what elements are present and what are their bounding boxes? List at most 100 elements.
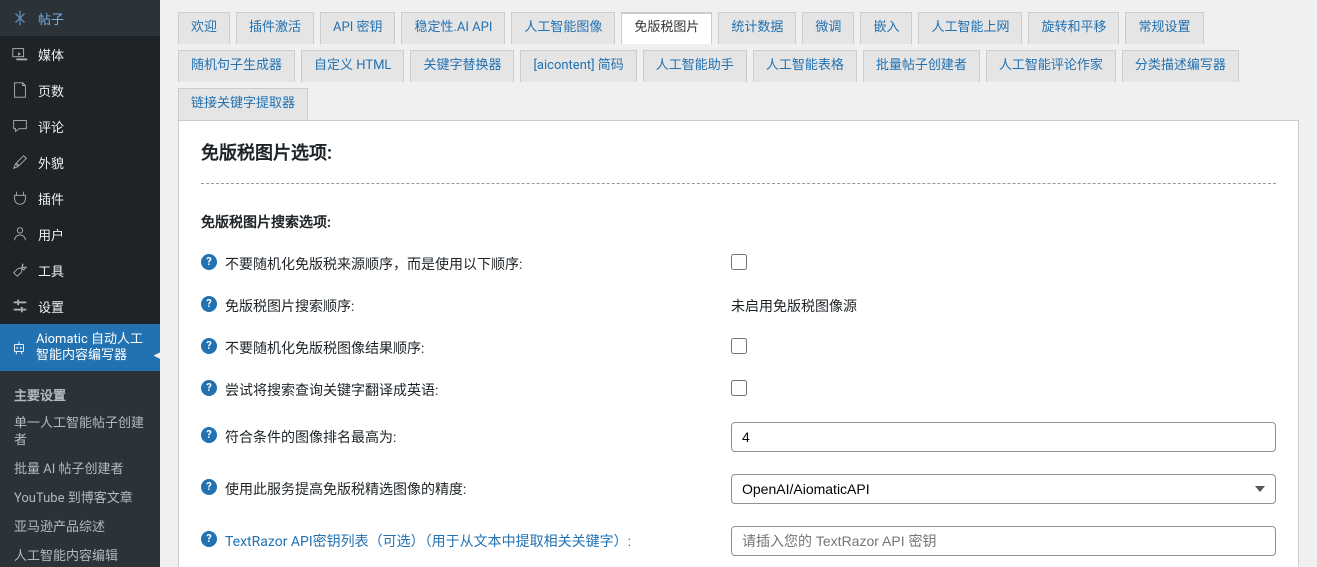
form-label: 免版税图片搜索顺序: — [225, 296, 354, 316]
submenu-heading: 主要设置 — [0, 377, 160, 410]
settings-icon — [10, 296, 30, 316]
form-control-col — [731, 526, 1276, 556]
sidebar-label: 媒体 — [38, 45, 64, 64]
checkbox-input[interactable] — [731, 338, 747, 354]
page-icon — [10, 80, 30, 100]
help-icon[interactable]: ? — [201, 427, 217, 443]
robot-icon — [10, 338, 28, 358]
sidebar-item-settings[interactable]: 设置 — [0, 288, 160, 324]
tool-icon — [10, 260, 30, 280]
sidebar-item-aiomatic[interactable]: Aiomatic 自动人工智能内容编写器 ◂ — [0, 324, 160, 371]
tab-批量帖子创建者[interactable]: 批量帖子创建者 — [863, 50, 980, 82]
help-icon[interactable]: ? — [201, 296, 217, 312]
form-label: 不要随机化免版税图像结果顺序: — [225, 338, 424, 358]
sidebar-label: 评论 — [38, 117, 64, 136]
main-content: 欢迎插件激活API 密钥稳定性.AI API人工智能图像免版税图片统计数据微调嵌… — [160, 0, 1317, 567]
tab-链接关键字提取器[interactable]: 链接关键字提取器 — [178, 88, 308, 120]
form-control-col: OpenAI/AiomaticAPI — [731, 474, 1276, 504]
sidebar-label: 页数 — [38, 81, 64, 100]
form-label-col: ? TextRazor API密钥列表（可选）（用于从文本中提取相关关键字）: — [201, 531, 731, 551]
help-icon[interactable]: ? — [201, 380, 217, 396]
sidebar-item-tools[interactable]: 工具 — [0, 252, 160, 288]
brush-icon — [10, 152, 30, 172]
tab-[aicontent] 简码[interactable]: [aicontent] 简码 — [520, 50, 636, 82]
sidebar-label: 设置 — [38, 297, 64, 316]
form-label-col: ? 不要随机化免版税图像结果顺序: — [201, 338, 731, 358]
form-label-col: ? 不要随机化免版税来源顺序，而是使用以下顺序: — [201, 254, 731, 274]
submenu-item-single-ai-post[interactable]: 单一人工智能帖子创建者 — [0, 410, 160, 456]
tab-稳定性.AI API[interactable]: 稳定性.AI API — [401, 12, 505, 44]
tab-旋转和平移[interactable]: 旋转和平移 — [1028, 12, 1119, 44]
sidebar-submenu: 主要设置 单一人工智能帖子创建者 批量 AI 帖子创建者 YouTube 到博客… — [0, 371, 160, 567]
subsection-title: 免版税图片搜索选项: — [201, 212, 1276, 232]
form-label: 使用此服务提高免版税精选图像的精度: — [225, 479, 466, 499]
sidebar-item-appearance[interactable]: 外貌 — [0, 144, 160, 180]
submenu-item-ai-editor[interactable]: 人工智能内容编辑 — [0, 543, 160, 567]
sidebar-label: Aiomatic 自动人工智能内容编写器 — [36, 332, 150, 363]
checkbox-input[interactable] — [731, 254, 747, 270]
tab-关键字替换器[interactable]: 关键字替换器 — [410, 50, 514, 82]
tab-人工智能图像[interactable]: 人工智能图像 — [511, 12, 615, 44]
submenu-item-amazon[interactable]: 亚马逊产品综述 — [0, 514, 160, 543]
help-icon[interactable]: ? — [201, 479, 217, 495]
readonly-text: 未启用免版税图像源 — [731, 299, 857, 315]
tab-随机句子生成器[interactable]: 随机句子生成器 — [178, 50, 295, 82]
form-row: ? 不要随机化免版税来源顺序，而是使用以下顺序: — [201, 254, 1276, 274]
pin-icon — [10, 8, 30, 28]
comment-icon — [10, 116, 30, 136]
section-title: 免版税图片选项: — [201, 139, 1276, 165]
sidebar-label: 用户 — [38, 225, 64, 244]
help-icon[interactable]: ? — [201, 531, 217, 547]
help-icon[interactable]: ? — [201, 254, 217, 270]
sidebar-item-posts[interactable]: 帖子 — [0, 0, 160, 36]
checkbox-input[interactable] — [731, 380, 747, 396]
user-icon — [10, 224, 30, 244]
tab-API 密钥[interactable]: API 密钥 — [320, 12, 395, 44]
tab-人工智能评论作家[interactable]: 人工智能评论作家 — [986, 50, 1116, 82]
tab-人工智能表格[interactable]: 人工智能表格 — [753, 50, 857, 82]
tab-欢迎[interactable]: 欢迎 — [178, 12, 230, 44]
tabs-container: 欢迎插件激活API 密钥稳定性.AI API人工智能图像免版税图片统计数据微调嵌… — [160, 0, 1317, 120]
form-label: TextRazor API密钥列表（可选）（用于从文本中提取相关关键字）: — [225, 531, 631, 551]
tab-免版税图片[interactable]: 免版税图片 — [621, 12, 712, 44]
form-row: ? TextRazor API密钥列表（可选）（用于从文本中提取相关关键字）: — [201, 526, 1276, 556]
sidebar-item-pages[interactable]: 页数 — [0, 72, 160, 108]
help-icon[interactable]: ? — [201, 338, 217, 354]
sidebar-item-comments[interactable]: 评论 — [0, 108, 160, 144]
tab-统计数据[interactable]: 统计数据 — [718, 12, 796, 44]
divider — [201, 183, 1276, 184]
form-row: ? 符合条件的图像排名最高为: — [201, 422, 1276, 452]
tab-插件激活[interactable]: 插件激活 — [236, 12, 314, 44]
form-control-col — [731, 254, 1276, 274]
text-input[interactable] — [731, 422, 1276, 452]
media-icon — [10, 44, 30, 64]
sidebar-label: 插件 — [38, 189, 64, 208]
tab-微调[interactable]: 微调 — [802, 12, 854, 44]
tab-自定义 HTML[interactable]: 自定义 HTML — [301, 50, 404, 82]
select-input[interactable]: OpenAI/AiomaticAPI — [731, 474, 1276, 504]
tab-人工智能助手[interactable]: 人工智能助手 — [643, 50, 747, 82]
sidebar-label: 帖子 — [38, 9, 64, 28]
form-control-col — [731, 338, 1276, 358]
submenu-item-bulk-ai-post[interactable]: 批量 AI 帖子创建者 — [0, 456, 160, 485]
sidebar-label: 工具 — [38, 261, 64, 280]
tab-常规设置[interactable]: 常规设置 — [1125, 12, 1203, 44]
form-label: 符合条件的图像排名最高为: — [225, 427, 396, 447]
form-control-col: 未启用免版税图像源 — [731, 296, 1276, 316]
chevron-left-icon: ◂ — [153, 348, 160, 363]
sidebar-item-plugins[interactable]: 插件 — [0, 180, 160, 216]
form-label: 尝试将搜索查询关键字翻译成英语: — [225, 380, 438, 400]
form-row: ? 不要随机化免版税图像结果顺序: — [201, 338, 1276, 358]
tab-人工智能上网[interactable]: 人工智能上网 — [918, 12, 1022, 44]
form-label: 不要随机化免版税来源顺序，而是使用以下顺序: — [225, 254, 522, 274]
sidebar-item-media[interactable]: 媒体 — [0, 36, 160, 72]
tab-嵌入[interactable]: 嵌入 — [860, 12, 912, 44]
form-label-col: ? 使用此服务提高免版税精选图像的精度: — [201, 479, 731, 499]
form-label-col: ? 符合条件的图像排名最高为: — [201, 427, 731, 447]
submenu-item-youtube[interactable]: YouTube 到博客文章 — [0, 485, 160, 514]
form-label-col: ? 尝试将搜索查询关键字翻译成英语: — [201, 380, 731, 400]
sidebar-item-users[interactable]: 用户 — [0, 216, 160, 252]
tab-分类描述编写器[interactable]: 分类描述编写器 — [1122, 50, 1239, 82]
sidebar-label: 外貌 — [38, 153, 64, 172]
text-input[interactable] — [731, 526, 1276, 556]
